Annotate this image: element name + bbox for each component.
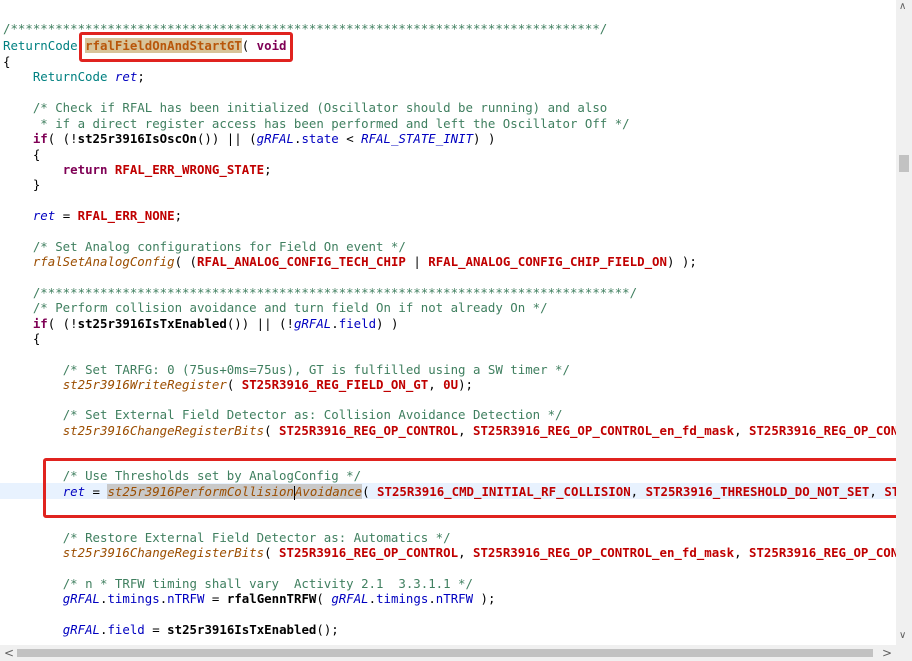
code-line-ret-decl: ReturnCode ret;	[32, 69, 145, 84]
code-line-change-bits-1: st25r3916ChangeRegisterBits( ST25R3916_R…	[62, 423, 896, 438]
code-line-comment-analog: /* Set Analog configurations for Field O…	[32, 239, 406, 254]
code-line-comment-tarfg: /* Set TARFG: 0 (75us+0ms=75us), GT is f…	[62, 362, 570, 377]
code-line-brace: {	[32, 331, 41, 346]
horizontal-scrollbar[interactable]: < >	[0, 645, 896, 661]
code-line-divider: /***************************************…	[32, 285, 638, 300]
code-line-brace: {	[3, 54, 11, 69]
scroll-up-icon[interactable]: ∧	[899, 1, 906, 12]
scroll-down-icon[interactable]: ∨	[899, 630, 906, 641]
annotation-box-function-name	[79, 32, 293, 62]
code-line-ntrfw: gRFAL.timings.nTRFW = rfalGennTRFW( gRFA…	[62, 591, 496, 606]
vertical-scroll-thumb[interactable]	[899, 155, 909, 172]
code-line-if-tx: if( (!st25r3916IsTxEnabled()) || (!gRFAL…	[32, 316, 399, 331]
code-line-comment-ntrfw: /* n * TRFW timing shall vary Activity 2…	[62, 576, 473, 591]
horizontal-scroll-thumb[interactable]	[17, 649, 873, 657]
scroll-right-icon[interactable]: >	[882, 646, 892, 660]
code-line-if-osc: if( (!st25r3916IsOscOn()) || (gRFAL.stat…	[32, 131, 496, 146]
code-editor[interactable]: /***************************************…	[0, 0, 896, 645]
code-line-comment-rfal-1: /* Check if RFAL has been initialized (O…	[32, 100, 608, 115]
scroll-left-icon[interactable]: <	[4, 646, 14, 660]
code-line-ret-assign: ret = RFAL_ERR_NONE;	[32, 208, 183, 223]
code-line-brace: }	[32, 177, 41, 192]
code-line-comment-rfal-2: * if a direct register access has been p…	[32, 116, 630, 131]
code-line-comment-collision: /* Perform collision avoidance and turn …	[32, 300, 548, 315]
annotation-box-collision-call	[43, 458, 896, 518]
code-line-write-register: st25r3916WriteRegister( ST25R3916_REG_FI…	[62, 377, 473, 392]
code-line-comment-ext-field: /* Set External Field Detector as: Colli…	[62, 407, 563, 422]
code-line-return: return RFAL_ERR_WRONG_STATE;	[62, 162, 272, 177]
code-line-field-assign: gRFAL.field = st25r3916IsTxEnabled();	[62, 622, 339, 637]
vertical-scrollbar[interactable]: ∧ ∨	[896, 0, 912, 645]
code-line-set-analog: rfalSetAnalogConfig( (RFAL_ANALOG_CONFIG…	[32, 254, 697, 269]
scrollbar-corner	[896, 645, 912, 661]
code-line-change-bits-2: st25r3916ChangeRegisterBits( ST25R3916_R…	[62, 545, 896, 560]
code-line-comment-restore: /* Restore External Field Detector as: A…	[62, 530, 451, 545]
code-line-brace: {	[32, 147, 41, 162]
